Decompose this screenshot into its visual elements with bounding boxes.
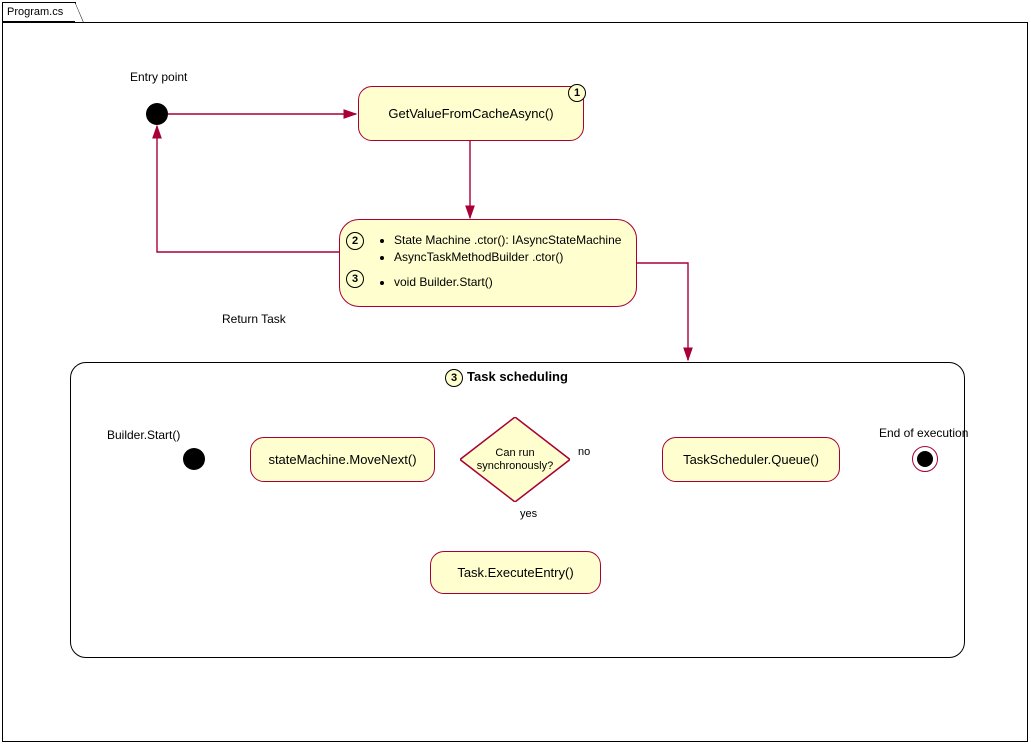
node-2-line3: void Builder.Start()	[394, 274, 624, 291]
badge-1: 1	[568, 84, 586, 102]
node-executeentry-text: Task.ExecuteEntry()	[457, 565, 573, 580]
start-node-top	[146, 103, 168, 125]
badge-2: 2	[346, 232, 364, 250]
decision-text: Can run synchronously?	[460, 417, 570, 502]
edge-label-yes: yes	[520, 508, 537, 520]
label-end-of-execution: End of execution	[879, 426, 968, 440]
label-return-task: Return Task	[222, 312, 286, 326]
node-2-list-top: State Machine .ctor(): IAsyncStateMachin…	[394, 232, 624, 266]
node-2-line2: AsyncTaskMethodBuilder .ctor()	[394, 249, 624, 266]
node-movenext-text: stateMachine.MoveNext()	[268, 452, 416, 467]
node-movenext: stateMachine.MoveNext()	[250, 437, 435, 482]
decision-can-run-sync: Can run synchronously?	[460, 417, 570, 502]
node-2-list-bottom: void Builder.Start()	[394, 274, 624, 291]
label-entry-point: Entry point	[130, 70, 187, 84]
start-node-inner	[183, 448, 205, 470]
node-1-text: GetValueFromCacheAsync()	[388, 106, 553, 121]
tab-program: Program.cs	[2, 2, 76, 22]
node-task-executeentry: Task.ExecuteEntry()	[430, 551, 601, 594]
node-queue-text: TaskScheduler.Queue()	[683, 452, 819, 467]
frame-task-scheduling: 3 Task scheduling	[70, 362, 965, 658]
node-taskscheduler-queue: TaskScheduler.Queue()	[662, 437, 840, 482]
node-statemachine-ctor: State Machine .ctor(): IAsyncStateMachin…	[339, 219, 637, 307]
node-getvaluefromcacheasync: GetValueFromCacheAsync()	[358, 86, 584, 141]
tab-label: Program.cs	[3, 6, 63, 18]
edge-label-no: no	[578, 446, 590, 458]
badge-3-frame: 3	[445, 369, 463, 387]
frame-title: Task scheduling	[467, 369, 568, 384]
node-2-line1: State Machine .ctor(): IAsyncStateMachin…	[394, 232, 624, 249]
badge-3-node: 3	[346, 270, 364, 288]
label-builder-start: Builder.Start()	[107, 428, 180, 442]
end-node	[912, 446, 938, 472]
